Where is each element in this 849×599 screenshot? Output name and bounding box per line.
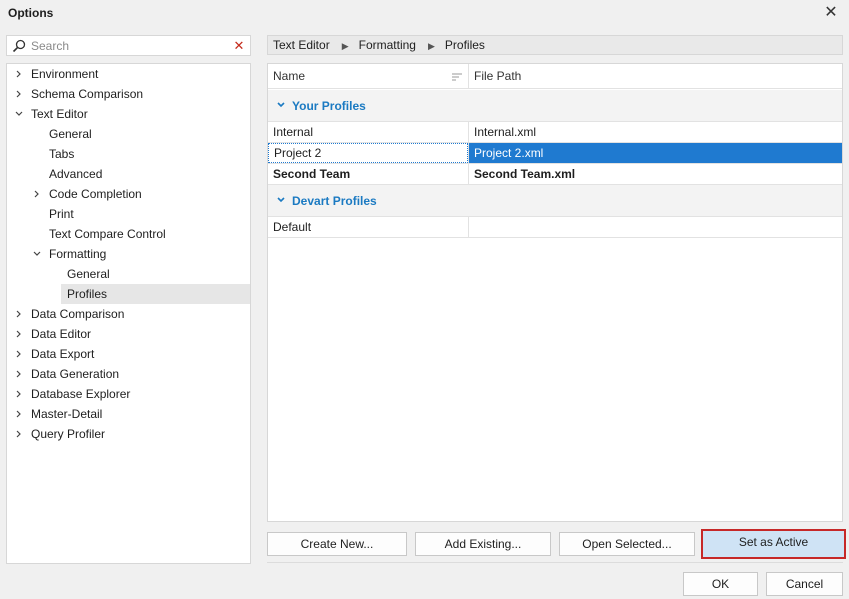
- close-icon: ✕: [824, 4, 838, 21]
- group-row-devart-profiles[interactable]: Devart Profiles: [268, 185, 842, 217]
- breadcrumb-item-profiles[interactable]: Profiles: [445, 38, 485, 52]
- chevron-right-icon[interactable]: [13, 384, 25, 404]
- close-button[interactable]: ✕: [821, 3, 841, 23]
- clear-icon: ✕: [233, 38, 245, 53]
- search-icon: [12, 39, 26, 53]
- tree-item-text-editor[interactable]: Text Editor: [7, 104, 250, 124]
- tree-item-label: General: [67, 267, 110, 281]
- search-box: ✕: [6, 35, 251, 56]
- cell-name[interactable]: Project 2: [268, 143, 468, 163]
- cell-file-path[interactable]: [469, 217, 842, 237]
- cell-file-path[interactable]: Project 2.xml: [469, 143, 842, 163]
- tree-item-label: Tabs: [49, 147, 75, 161]
- chevron-down-icon[interactable]: [13, 104, 25, 124]
- tree-item-text-compare-control[interactable]: Text Compare Control: [7, 224, 250, 244]
- table-row[interactable]: Second Team Second Team.xml: [268, 164, 842, 185]
- clear-search-button[interactable]: ✕: [232, 37, 246, 54]
- column-header-name-label: Name: [273, 69, 306, 83]
- profiles-grid: Name File Path Your Profiles Internal Inte…: [267, 63, 843, 522]
- group-label: Devart Profiles: [292, 194, 377, 208]
- tree-item-advanced[interactable]: Advanced: [7, 164, 250, 184]
- group-row-your-profiles[interactable]: Your Profiles: [268, 90, 842, 122]
- tree-item-label: Schema Comparison: [31, 87, 144, 101]
- tree-item-general[interactable]: General: [7, 124, 250, 144]
- tree-item-label: Data Comparison: [31, 307, 125, 321]
- tree-item-formatting[interactable]: Formatting: [7, 244, 250, 264]
- tree-item-label: Formatting: [49, 247, 107, 261]
- table-row[interactable]: Default: [268, 217, 842, 238]
- chevron-right-icon[interactable]: [13, 364, 25, 384]
- set-as-active-button[interactable]: Set as Active: [701, 529, 846, 559]
- breadcrumb: Text Editor ▶ Formatting ▶ Profiles: [267, 35, 843, 55]
- tree-item-general[interactable]: General: [7, 264, 250, 284]
- cell-name[interactable]: Second Team: [268, 164, 468, 184]
- chevron-down-icon[interactable]: [276, 195, 286, 205]
- ok-button[interactable]: OK: [683, 572, 758, 596]
- tree-item-database-explorer[interactable]: Database Explorer: [7, 384, 250, 404]
- tree-item-label: Environment: [31, 67, 99, 81]
- tree-item-label: Query Profiler: [31, 427, 106, 441]
- tree-item-data-export[interactable]: Data Export: [7, 344, 250, 364]
- tree-item-code-completion[interactable]: Code Completion: [7, 184, 250, 204]
- breadcrumb-item-formatting[interactable]: Formatting: [359, 38, 416, 52]
- table-row[interactable]: Internal Internal.xml: [268, 122, 842, 143]
- chevron-right-icon[interactable]: [31, 184, 43, 204]
- column-header-name[interactable]: Name: [268, 64, 468, 89]
- grid-header: Name File Path: [268, 64, 842, 89]
- footer-divider: [267, 562, 843, 563]
- tree-item-label: Text Compare Control: [49, 227, 166, 241]
- tree-item-master-detail[interactable]: Master-Detail: [7, 404, 250, 424]
- tree-item-data-editor[interactable]: Data Editor: [7, 324, 250, 344]
- column-header-path-label: File Path: [474, 69, 522, 83]
- chevron-down-icon[interactable]: [31, 244, 43, 264]
- breadcrumb-separator-icon: ▶: [427, 41, 435, 51]
- tree-item-label: Advanced: [49, 167, 103, 181]
- tree-item-data-generation[interactable]: Data Generation: [7, 364, 250, 384]
- tree-item-label: Print: [49, 207, 74, 221]
- search-input[interactable]: [31, 37, 231, 54]
- chevron-right-icon[interactable]: [13, 64, 25, 84]
- add-existing-button[interactable]: Add Existing...: [415, 532, 551, 556]
- tree-item-environment[interactable]: Environment: [7, 64, 250, 84]
- sort-icon[interactable]: [451, 71, 463, 83]
- window-title: Options: [8, 6, 54, 20]
- chevron-right-icon[interactable]: [13, 404, 25, 424]
- tree-item-label: Profiles: [67, 287, 108, 301]
- chevron-right-icon[interactable]: [13, 304, 25, 324]
- cell-file-path[interactable]: Internal.xml: [469, 122, 842, 142]
- cell-name[interactable]: Default: [268, 217, 468, 237]
- tree-item-label: Data Export: [31, 347, 95, 361]
- chevron-right-icon[interactable]: [13, 84, 25, 104]
- breadcrumb-separator-icon: ▶: [341, 41, 349, 51]
- tree-item-label: Text Editor: [31, 107, 88, 121]
- create-new-button[interactable]: Create New...: [267, 532, 407, 556]
- tree-item-label: General: [49, 127, 92, 141]
- tree-item-label: Master-Detail: [31, 407, 103, 421]
- chevron-right-icon[interactable]: [13, 344, 25, 364]
- tree-item-label: Database Explorer: [31, 387, 131, 401]
- chevron-right-icon[interactable]: [13, 324, 25, 344]
- tree-item-label: Data Generation: [31, 367, 120, 381]
- tree-item-label: Code Completion: [49, 187, 142, 201]
- tree-item-tabs[interactable]: Tabs: [7, 144, 250, 164]
- column-header-file-path[interactable]: File Path: [469, 64, 842, 89]
- tree-item-label: Data Editor: [31, 327, 92, 341]
- options-tree: Environment Schema Comparison Text Editor G…: [6, 63, 251, 564]
- tree-item-query-profiler[interactable]: Query Profiler: [7, 424, 250, 444]
- title-bar: Options ✕: [0, 0, 849, 26]
- group-label: Your Profiles: [292, 99, 366, 113]
- tree-item-schema-comparison[interactable]: Schema Comparison: [7, 84, 250, 104]
- cell-name[interactable]: Internal: [268, 122, 468, 142]
- tree-item-data-comparison[interactable]: Data Comparison: [7, 304, 250, 324]
- tree-item-print[interactable]: Print: [7, 204, 250, 224]
- chevron-down-icon[interactable]: [276, 100, 286, 110]
- table-row[interactable]: Project 2 Project 2.xml: [268, 143, 842, 164]
- open-selected-button[interactable]: Open Selected...: [559, 532, 695, 556]
- cell-file-path[interactable]: Second Team.xml: [469, 164, 842, 184]
- breadcrumb-item-text-editor[interactable]: Text Editor: [273, 38, 330, 52]
- chevron-right-icon[interactable]: [13, 424, 25, 444]
- cancel-button[interactable]: Cancel: [766, 572, 843, 596]
- tree-item-profiles[interactable]: Profiles: [61, 284, 250, 304]
